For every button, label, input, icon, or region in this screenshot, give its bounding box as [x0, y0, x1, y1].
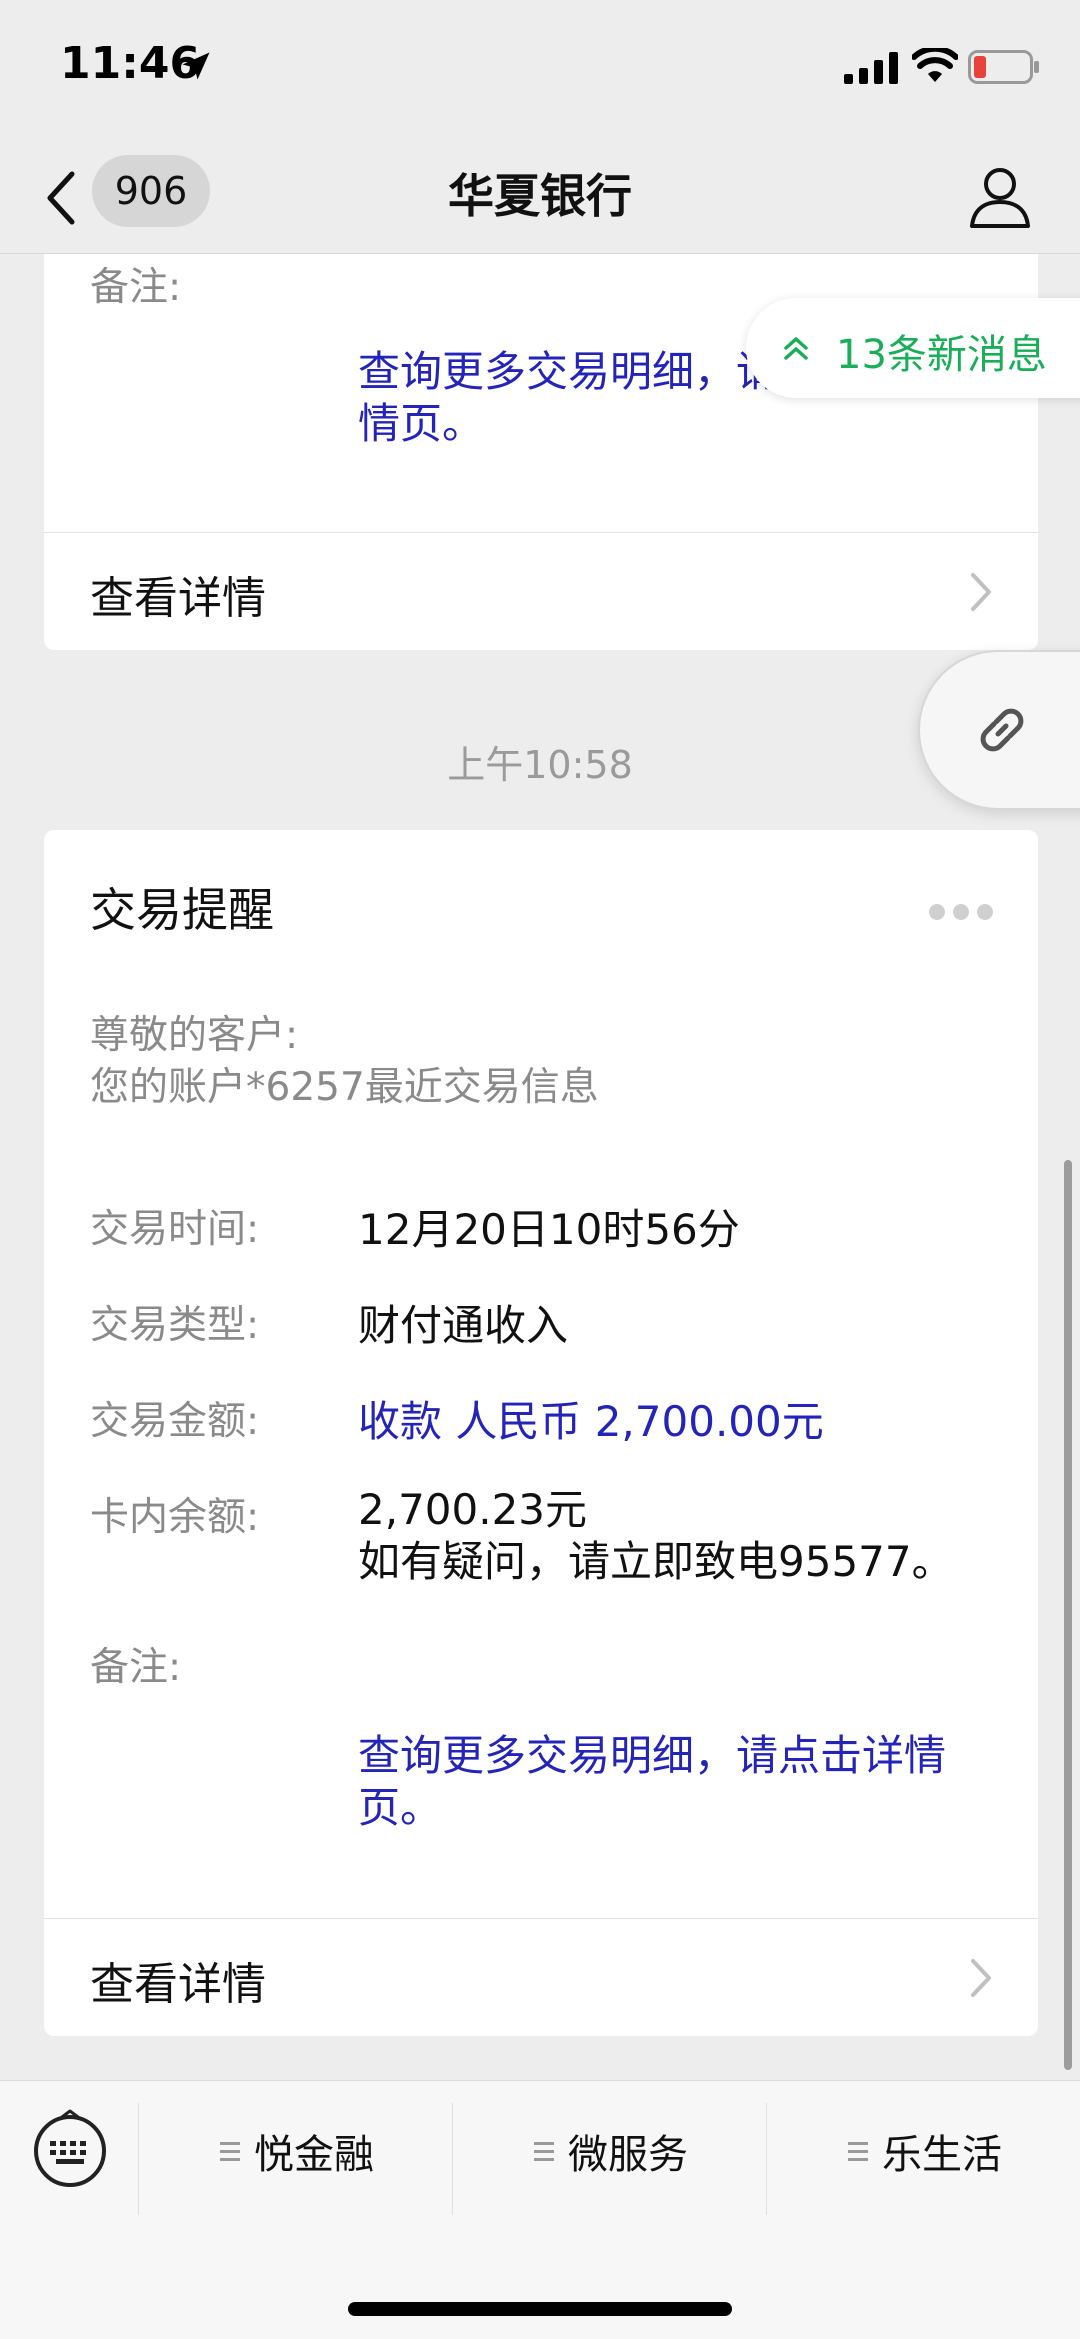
menu-separator — [766, 2103, 767, 2215]
menu-separator — [138, 2103, 139, 2215]
bottom-menu-bar: 悦金融 微服务 乐生活 — [0, 2080, 1080, 2339]
double-chevron-up-icon — [784, 337, 808, 360]
profile-icon[interactable] — [966, 162, 1034, 230]
note-label: 备注: — [90, 1645, 182, 1690]
home-indicator[interactable] — [348, 2302, 732, 2316]
menu-item-services[interactable]: 微服务 — [454, 2103, 768, 2199]
location-arrow-icon — [182, 52, 210, 80]
menu-lines-icon — [848, 2142, 868, 2161]
transaction-amount-label: 交易金额: — [90, 1399, 260, 1444]
menu-label: 乐生活 — [882, 2132, 1002, 2178]
scrollbar[interactable] — [1064, 1160, 1072, 2070]
new-messages-label: 13条新消息 — [836, 332, 1047, 378]
transaction-alert-card: 交易提醒 尊敬的客户: 您的账户*6257最近交易信息 交易时间: 12月20日… — [44, 830, 1038, 2036]
menu-label: 悦金融 — [254, 2132, 374, 2178]
message-timestamp: 上午10:58 — [447, 743, 633, 787]
view-details-row[interactable]: 查看详情 — [44, 1920, 1038, 2036]
navigation-bar: 906 华夏银行 — [0, 140, 1080, 254]
card-divider — [44, 532, 1038, 533]
transaction-type-value: 财付通收入 — [358, 1301, 569, 1350]
card-title: 交易提醒 — [90, 883, 274, 937]
keyboard-icon[interactable] — [30, 2107, 110, 2187]
new-messages-button[interactable]: 13条新消息 — [746, 298, 1080, 398]
cellular-signal-icon — [844, 52, 898, 84]
note-label: 备注: — [90, 265, 182, 310]
hotline-note: 如有疑问，请立即致电95577。 — [358, 1537, 954, 1586]
view-details-label: 查看详情 — [90, 573, 266, 624]
more-options-icon[interactable] — [928, 902, 994, 922]
greeting-line: 尊敬的客户: — [90, 1013, 299, 1058]
balance-amount: 2,700.23元 — [358, 1485, 588, 1534]
menu-item-finance[interactable]: 悦金融 — [140, 2103, 454, 2199]
greeting-text: 尊敬的客户: 您的账户*6257最近交易信息 — [90, 1010, 599, 1114]
page-title: 华夏银行 — [448, 169, 632, 223]
menu-lines-icon — [220, 2142, 240, 2161]
battery-low-icon — [968, 50, 1039, 84]
menu-lines-icon — [534, 2142, 554, 2161]
menu-item-life[interactable]: 乐生活 — [768, 2103, 1080, 2199]
transaction-time-value: 12月20日10时56分 — [358, 1205, 740, 1254]
transaction-time-label: 交易时间: — [90, 1207, 260, 1252]
more-details-link[interactable]: 查询更多交易明细，请点击详情页。 — [358, 1730, 958, 1834]
card-balance-label: 卡内余额: — [90, 1495, 260, 1540]
chevron-right-icon — [971, 573, 991, 611]
view-details-label: 查看详情 — [90, 1959, 266, 2010]
unread-count-badge[interactable]: 906 — [92, 155, 210, 227]
wifi-icon — [912, 48, 958, 82]
account-info-line: 您的账户*6257最近交易信息 — [90, 1065, 599, 1110]
back-arrow-icon[interactable] — [42, 168, 82, 228]
status-bar: 11:46 — [0, 0, 1080, 140]
card-divider — [44, 1918, 1038, 1919]
chevron-right-icon — [971, 1959, 991, 1997]
card-balance-value: 2,700.23元 如有疑问，请立即致电95577。 — [358, 1484, 954, 1588]
menu-separator — [452, 2103, 453, 2215]
transaction-type-label: 交易类型: — [90, 1303, 260, 1348]
view-details-row[interactable]: 查看详情 — [44, 534, 1038, 650]
transaction-amount-value: 收款 人民币 2,700.00元 — [358, 1397, 824, 1446]
menu-label: 微服务 — [568, 2132, 688, 2178]
